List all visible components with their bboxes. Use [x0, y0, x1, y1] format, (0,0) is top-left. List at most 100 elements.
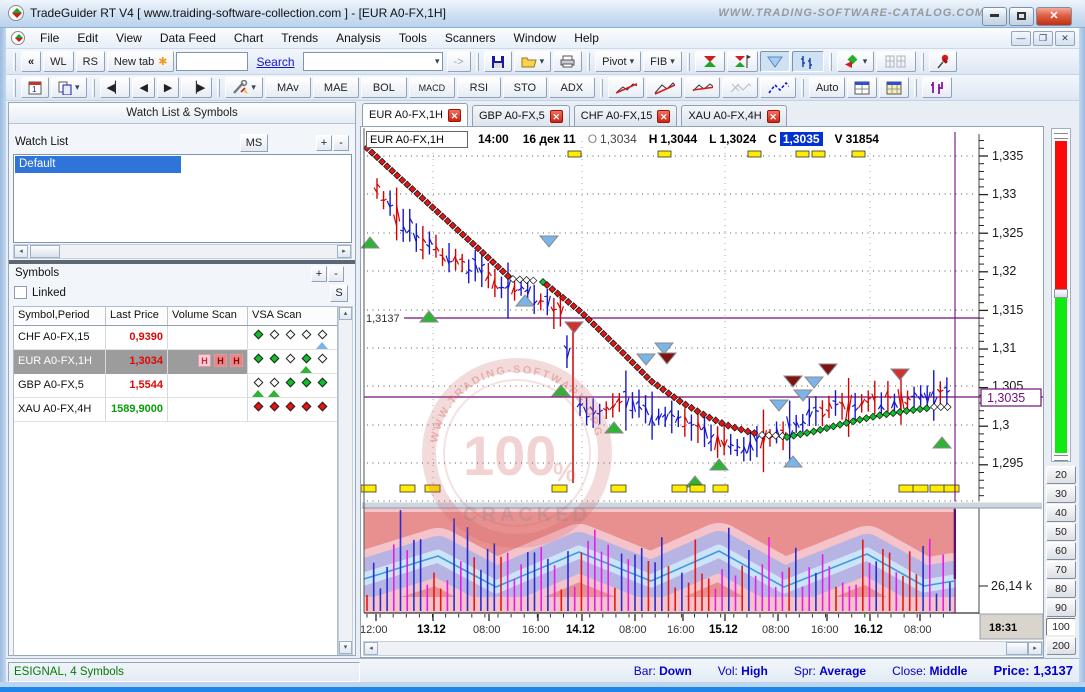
- scroll-down-icon[interactable]: ▾: [339, 641, 352, 654]
- signals-updown-button[interactable]: [695, 51, 725, 72]
- toolbar-grip[interactable]: [687, 53, 690, 71]
- zoom-80-button[interactable]: 80: [1046, 580, 1076, 598]
- symbols-vscrollbar[interactable]: ▴ ▾: [338, 306, 353, 655]
- menu-trends[interactable]: Trends: [272, 29, 327, 47]
- tab-close-icon[interactable]: ✕: [448, 109, 461, 122]
- pin-button[interactable]: [929, 51, 957, 72]
- toolbar-grip[interactable]: [587, 53, 590, 71]
- menu-analysis[interactable]: Analysis: [327, 29, 390, 47]
- menu-tools[interactable]: Tools: [390, 29, 436, 47]
- slider-grip[interactable]: [1054, 455, 1068, 461]
- ms-button[interactable]: MS: [240, 134, 268, 152]
- toolbar-grip[interactable]: [13, 53, 16, 71]
- scan-button[interactable]: S: [330, 285, 348, 302]
- toolbar-grip[interactable]: [92, 79, 95, 97]
- menu-scanners[interactable]: Scanners: [436, 29, 505, 47]
- price-scale-slider[interactable]: [1051, 128, 1071, 462]
- tab-close-icon[interactable]: ✕: [550, 110, 563, 123]
- table-row[interactable]: GBP A0-FX,5 1,5544: [14, 374, 337, 398]
- menu-chart[interactable]: Chart: [225, 29, 272, 47]
- watch-list-item-default[interactable]: Default: [15, 156, 181, 173]
- slider-thumb[interactable]: [1054, 289, 1068, 298]
- menu-view[interactable]: View: [107, 29, 151, 47]
- adx-button[interactable]: ADX: [549, 77, 595, 98]
- scroll-left-icon[interactable]: ◂: [364, 642, 378, 655]
- toolbar-grip[interactable]: [600, 79, 603, 97]
- rs-button[interactable]: RS: [76, 51, 105, 72]
- toolbar-grip[interactable]: [914, 79, 917, 97]
- zoom-100-button[interactable]: 100: [1046, 618, 1076, 636]
- auto-button[interactable]: Auto: [809, 77, 846, 98]
- col-volume-scan[interactable]: Volume Scan: [168, 307, 248, 325]
- menu-help[interactable]: Help: [565, 29, 608, 47]
- scroll-right-icon[interactable]: ▸: [1028, 642, 1042, 655]
- col-last-price[interactable]: Last Price: [106, 307, 168, 325]
- trend-up2-button[interactable]: [646, 77, 682, 98]
- save-button[interactable]: [484, 51, 512, 72]
- wl-button[interactable]: WL: [43, 51, 74, 72]
- toolbar-grip[interactable]: [921, 53, 924, 71]
- scrollbar-thumb[interactable]: [1006, 642, 1028, 655]
- menu-window[interactable]: Window: [505, 29, 566, 47]
- macd-button[interactable]: MACD: [409, 77, 455, 98]
- slider-grip[interactable]: [1054, 133, 1068, 139]
- scrollbar-thumb[interactable]: [30, 245, 60, 258]
- mdi-minimize-button[interactable]: —: [1011, 31, 1031, 46]
- linked-checkbox[interactable]: [14, 286, 27, 299]
- zoom-60-button[interactable]: 60: [1046, 542, 1076, 560]
- go-button[interactable]: ->: [447, 51, 471, 72]
- chart-area[interactable]: 1,3351,331,3251,321,3151,311,3051,31,295…: [360, 126, 1044, 658]
- table-view-button[interactable]: [847, 77, 877, 98]
- blue-triangle-button[interactable]: [760, 51, 790, 72]
- table-row[interactable]: XAU A0-FX,4H 1589,9000: [14, 398, 337, 422]
- sto-button[interactable]: STO: [503, 77, 547, 98]
- toolbar-grip[interactable]: [829, 53, 832, 71]
- nav-next-button[interactable]: ▶: [157, 77, 179, 98]
- open-button[interactable]: ▾: [514, 51, 552, 72]
- symbol-remove-button[interactable]: -: [328, 266, 344, 282]
- app-menu-icon[interactable]: [11, 31, 25, 45]
- trend-flat-button[interactable]: [684, 77, 720, 98]
- print-button[interactable]: [553, 51, 582, 72]
- collapse-button[interactable]: «: [21, 51, 41, 72]
- watchlist-add-button[interactable]: +: [316, 135, 332, 151]
- tab-gbp[interactable]: GBP A0-FX,5✕: [472, 105, 570, 126]
- nav-first-button[interactable]: ◀▏: [100, 77, 131, 98]
- tab-chf[interactable]: CHF A0-FX,15✕: [574, 105, 678, 126]
- zoom-200-button[interactable]: 200: [1046, 637, 1076, 655]
- close-button[interactable]: ✕: [1036, 7, 1072, 26]
- table-row[interactable]: CHF A0-FX,15 0,9390: [14, 326, 337, 350]
- zoom-40-button[interactable]: 40: [1046, 504, 1076, 522]
- new-tab-button[interactable]: New tab✱: [107, 51, 175, 72]
- col-vsa-scan[interactable]: VSA Scan: [248, 307, 337, 325]
- scan-tools-button[interactable]: ▾: [225, 77, 263, 98]
- nav-last-button[interactable]: ▕▶: [181, 77, 212, 98]
- fib-button[interactable]: FIB▾: [643, 51, 682, 72]
- trend-up-button[interactable]: [608, 77, 644, 98]
- title-bar[interactable]: TradeGuider RT V4 [ www.traiding-softwar…: [0, 0, 1085, 28]
- menu-data-feed[interactable]: Data Feed: [151, 29, 225, 47]
- tab-close-icon[interactable]: ✕: [767, 110, 780, 123]
- mdi-close-button[interactable]: ✕: [1055, 31, 1075, 46]
- tab-xau[interactable]: XAU A0-FX,4H✕: [681, 105, 786, 126]
- toolbar-grip[interactable]: [801, 79, 804, 97]
- table-row-selected[interactable]: EUR A0-FX,1H 1,3034 HHH: [14, 350, 337, 374]
- chart-symbol-box[interactable]: [366, 131, 468, 148]
- search-combobox[interactable]: ▾: [303, 52, 443, 71]
- grid-compare-button[interactable]: [876, 51, 916, 72]
- trend-disabled-button[interactable]: [722, 77, 758, 98]
- toolbar-grip[interactable]: [13, 79, 16, 97]
- symbol-input[interactable]: [176, 52, 248, 71]
- tab-close-icon[interactable]: ✕: [657, 110, 670, 123]
- scroll-up-icon[interactable]: ▴: [339, 307, 352, 320]
- menu-file[interactable]: File: [31, 29, 68, 47]
- watch-list-box[interactable]: Default: [13, 154, 352, 243]
- symbol-add-button[interactable]: +: [311, 266, 327, 282]
- toolbar-grip[interactable]: [476, 53, 479, 71]
- zoom-50-button[interactable]: 50: [1046, 523, 1076, 541]
- scroll-right-icon[interactable]: ▸: [337, 245, 351, 258]
- col-symbol-period[interactable]: Symbol,Period: [14, 307, 106, 325]
- price-chart[interactable]: 1,3351,331,3251,321,3151,311,3051,31,295…: [361, 127, 1043, 657]
- zoom-90-button[interactable]: 90: [1046, 599, 1076, 617]
- watchlist-remove-button[interactable]: -: [333, 135, 349, 151]
